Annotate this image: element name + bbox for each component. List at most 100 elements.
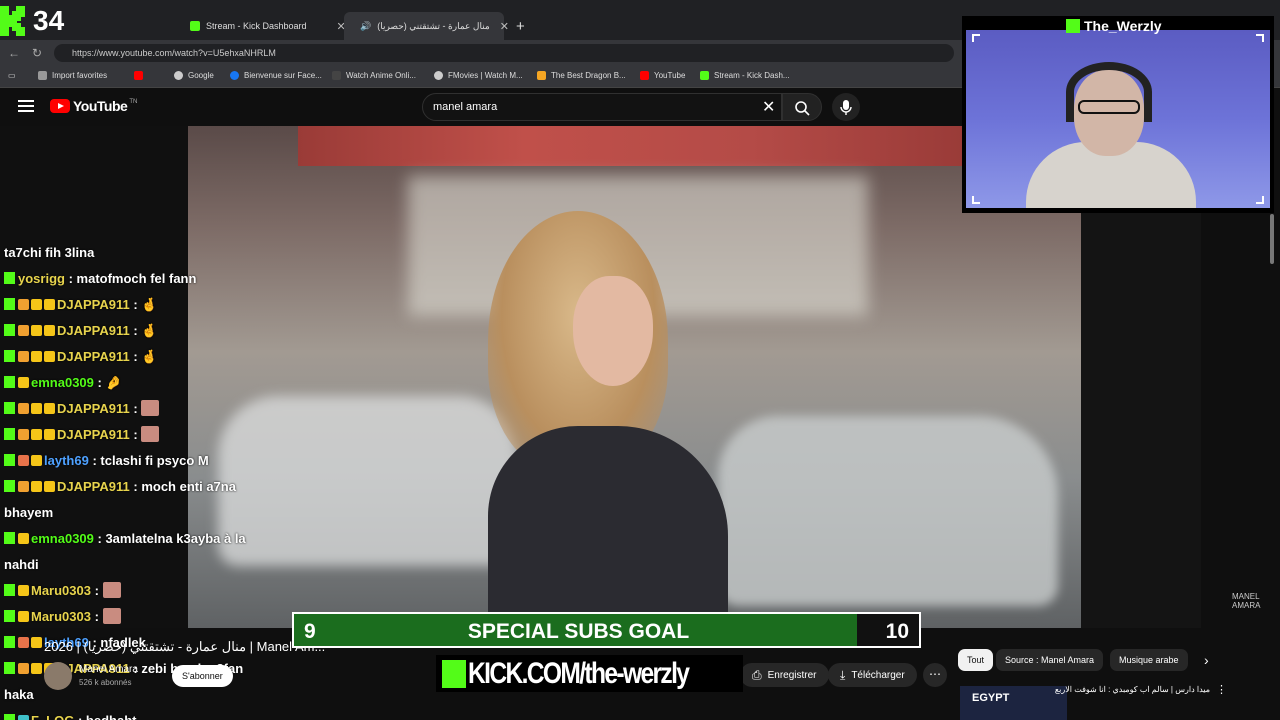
download-button[interactable]: ⤓ Télécharger (828, 663, 917, 687)
chat-text: : (133, 427, 138, 442)
new-tab-button[interactable]: + (506, 12, 535, 40)
chip-all[interactable]: Tout (958, 649, 994, 671)
webcam-overlay (962, 16, 1274, 213)
bookmark-facebook[interactable]: Bienvenue sur Face... (230, 71, 322, 80)
save-button[interactable]: ⎙ Enregistrer (740, 663, 829, 687)
chat-message: DJAPPA911 : moch enti a7na (4, 478, 236, 496)
chat-text: : 🤞 (133, 297, 158, 312)
coin-badge-icon (31, 481, 42, 492)
avatar[interactable] (44, 662, 72, 690)
more-actions-icon[interactable]: ⋯ (923, 663, 947, 687)
chat-username[interactable]: F_LOG (31, 713, 74, 720)
chat-text: bhayem (4, 505, 54, 520)
globe-icon (434, 71, 443, 80)
youtube-logo[interactable]: YouTube TN (50, 98, 137, 114)
gp-badge-icon (18, 715, 29, 720)
chat-username[interactable]: DJAPPA911 (57, 349, 130, 364)
chat-username[interactable]: DJAPPA911 (57, 323, 130, 338)
kick-badge-icon (4, 610, 15, 622)
goal-target: 10 (885, 620, 909, 643)
chip-arab-music[interactable]: Musique arabe (1110, 649, 1188, 671)
chat-username[interactable]: emna0309 (31, 375, 94, 390)
channel-name[interactable]: Manel Amara (79, 664, 138, 675)
bookmark-icon: ⎙ (752, 667, 762, 682)
more-vert-icon[interactable]: ⋮ (1216, 683, 1227, 696)
chat-username[interactable]: layth69 (44, 453, 89, 468)
chat-username[interactable]: DJAPPA911 (57, 401, 130, 416)
frame-corner (1256, 196, 1264, 204)
back-arrow-icon[interactable]: ← (8, 46, 20, 60)
chat-text: haka (4, 687, 34, 702)
crown-badge-icon (44, 351, 55, 362)
chat-text: : 🤌 (97, 375, 122, 390)
kick-logo-icon (442, 659, 466, 688)
site-favicon-icon (332, 71, 341, 80)
chat-text: : 🤞 (133, 349, 158, 364)
url-field[interactable]: https://www.youtube.com/watch?v=U5ehxaNH… (54, 44, 954, 62)
youtube-favicon-icon (134, 71, 143, 80)
coin-badge-icon (31, 299, 42, 310)
bookmark-dragon-ball[interactable]: The Best Dragon B... (537, 71, 626, 80)
chat-username[interactable]: Maru0303 (31, 583, 91, 598)
hand-badge-icon (18, 429, 29, 440)
subscribe-button[interactable]: S'abonner (172, 665, 233, 687)
video-scene-car (718, 416, 1058, 606)
streamer-name: The_Werzly (1066, 18, 1162, 34)
chat-text: : tclashi fi psyco M (92, 453, 209, 468)
scrollbar[interactable] (1268, 212, 1276, 702)
speaker-icon[interactable]: 🔊 (360, 21, 371, 32)
chat-username[interactable]: Maru0303 (31, 609, 91, 624)
chat-message: yosrigg : matofmoch fel fann (4, 270, 196, 288)
chat-username[interactable]: yosrigg (18, 271, 65, 286)
video-player[interactable] (188, 126, 1081, 628)
recommendation-title[interactable]: ميدا دارس | سالم اب كومبدي : انا شوفت ال… (1055, 685, 1210, 694)
youtube-favicon-icon (640, 71, 649, 80)
youtube-play-icon (50, 99, 70, 113)
chat-username[interactable]: DJAPPA911 (57, 479, 130, 494)
kick-favicon-icon (700, 71, 709, 80)
chat-message: ta7chi fih 3lina (4, 244, 94, 262)
bookmark-youtube-icon-only[interactable] (134, 71, 148, 80)
hand-badge-icon (18, 299, 29, 310)
viewer-count: 34 (33, 5, 65, 36)
chat-message: nahdi (4, 556, 39, 574)
tab-kick-dashboard[interactable]: Stream - Kick Dashboard ✕ (180, 12, 356, 40)
chat-username[interactable]: DJAPPA911 (57, 427, 130, 442)
bookmark-import-favorites[interactable]: Import favorites (38, 71, 107, 80)
scroll-thumb[interactable] (1270, 214, 1274, 264)
chat-message: Maru0303 : (4, 582, 121, 600)
frame-corner (972, 34, 980, 42)
chat-message: DJAPPA911 : 🤞 (4, 322, 158, 340)
chat-username[interactable]: DJAPPA911 (57, 297, 130, 312)
download-icon: ⤓ (840, 667, 846, 682)
screen: 34 Stream - Kick Dashboard ✕ 🔊 منال عمار… (0, 0, 1280, 720)
frame-corner (1256, 34, 1264, 42)
bookmark-fmovies[interactable]: FMovies | Watch M... (434, 71, 523, 80)
crown-badge-icon (44, 403, 55, 414)
voice-search-button[interactable] (832, 93, 860, 121)
hand-badge-icon (18, 481, 29, 492)
reload-icon[interactable]: ↻ (32, 46, 42, 60)
facebook-icon (230, 71, 239, 80)
kick-badge-icon (4, 454, 15, 466)
folder-icon (38, 71, 47, 80)
emote-icon (141, 400, 160, 416)
bookmark-google[interactable]: Google (174, 71, 214, 80)
kick-badge-icon (4, 428, 15, 440)
bookmark-youtube[interactable]: YouTube (640, 71, 685, 80)
chat-username[interactable]: emna0309 (31, 531, 94, 546)
chat-message: layth69 : tclashi fi psyco M (4, 452, 209, 470)
tab-label: منال عمارة - تشتقتني (حصريا) (377, 20, 490, 31)
menu-icon[interactable] (18, 100, 34, 112)
chevron-right-icon[interactable]: › (1204, 652, 1209, 668)
crown-badge-icon (44, 299, 55, 310)
tab-youtube-active[interactable]: 🔊 منال عمارة - تشتقتني (حصريا) ✕ (344, 12, 509, 40)
bookmark-watch-anime[interactable]: Watch Anime Onli... (332, 71, 416, 80)
chip-source[interactable]: Source : Manel Amara (996, 649, 1104, 671)
chat-message: DJAPPA911 : 🤞 (4, 348, 158, 366)
clear-icon[interactable]: ✕ (762, 97, 775, 117)
bookmark-kick-dashboard[interactable]: Stream - Kick Dash... (700, 71, 790, 80)
search-button[interactable] (782, 93, 822, 121)
bookmarks-menu-icon[interactable]: ▭ (8, 71, 16, 80)
search-input[interactable] (433, 101, 753, 113)
